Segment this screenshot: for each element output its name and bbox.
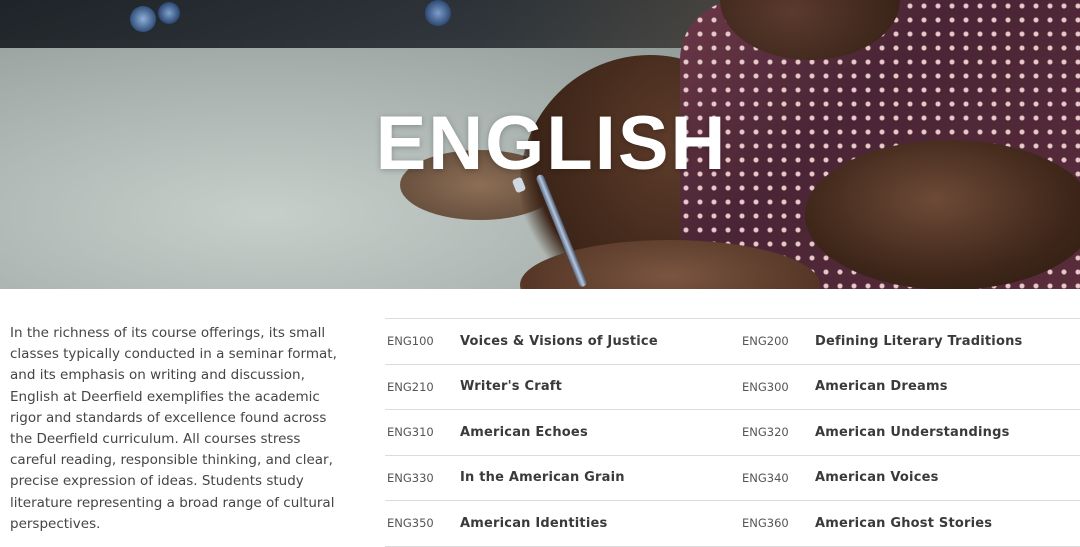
- course-code: ENG360: [742, 516, 789, 531]
- hero-banner: ENGLISH: [0, 0, 1080, 289]
- course-link[interactable]: ENG200 Defining Literary Traditions: [740, 334, 1080, 349]
- page-title: ENGLISH: [375, 101, 728, 186]
- course-link[interactable]: ENG360 American Ghost Stories: [740, 516, 1080, 531]
- course-code: ENG320: [742, 425, 789, 440]
- course-link[interactable]: ENG320 American Understandings: [740, 425, 1080, 440]
- hero-photo-light: [158, 2, 180, 24]
- course-list: ENG100 Voices & Visions of Justice ENG20…: [385, 318, 1080, 547]
- course-row: ENG210 Writer's Craft ENG300 American Dr…: [385, 365, 1080, 410]
- course-title: American Dreams: [815, 379, 948, 395]
- hero-photo-light: [425, 0, 451, 26]
- course-link[interactable]: ENG210 Writer's Craft: [385, 379, 740, 394]
- course-title: American Ghost Stories: [815, 515, 993, 531]
- course-code: ENG340: [742, 470, 789, 485]
- course-code: ENG200: [742, 334, 789, 349]
- course-row: ENG350 American Identities ENG360 Americ…: [385, 501, 1080, 547]
- department-intro: In the richness of its course offerings,…: [10, 325, 337, 532]
- course-link[interactable]: ENG300 American Dreams: [740, 379, 1080, 394]
- course-link[interactable]: ENG310 American Echoes: [385, 425, 740, 440]
- course-title: In the American Grain: [460, 470, 625, 486]
- course-title: American Voices: [815, 470, 939, 486]
- course-code: ENG100: [387, 334, 434, 349]
- course-code: ENG310: [387, 425, 434, 440]
- course-code: ENG350: [387, 516, 434, 531]
- course-link[interactable]: ENG100 Voices & Visions of Justice: [385, 334, 740, 349]
- course-row: ENG330 In the American Grain ENG340 Amer…: [385, 456, 1080, 501]
- course-title: Voices & Visions of Justice: [460, 333, 658, 349]
- course-link[interactable]: ENG350 American Identities: [385, 516, 740, 531]
- course-link[interactable]: ENG340 American Voices: [740, 470, 1080, 485]
- course-code: ENG300: [742, 379, 789, 394]
- course-title: American Understandings: [815, 424, 1010, 440]
- course-code: ENG330: [387, 470, 434, 485]
- course-row: ENG310 American Echoes ENG320 American U…: [385, 410, 1080, 456]
- course-title: Writer's Craft: [460, 379, 563, 395]
- course-code: ENG210: [387, 379, 434, 394]
- course-link[interactable]: ENG330 In the American Grain: [385, 470, 740, 485]
- course-title: American Identities: [460, 515, 608, 531]
- hero-photo-light: [130, 6, 156, 32]
- course-title: American Echoes: [460, 424, 588, 440]
- course-row: ENG100 Voices & Visions of Justice ENG20…: [385, 319, 1080, 365]
- course-title: Defining Literary Traditions: [815, 333, 1023, 349]
